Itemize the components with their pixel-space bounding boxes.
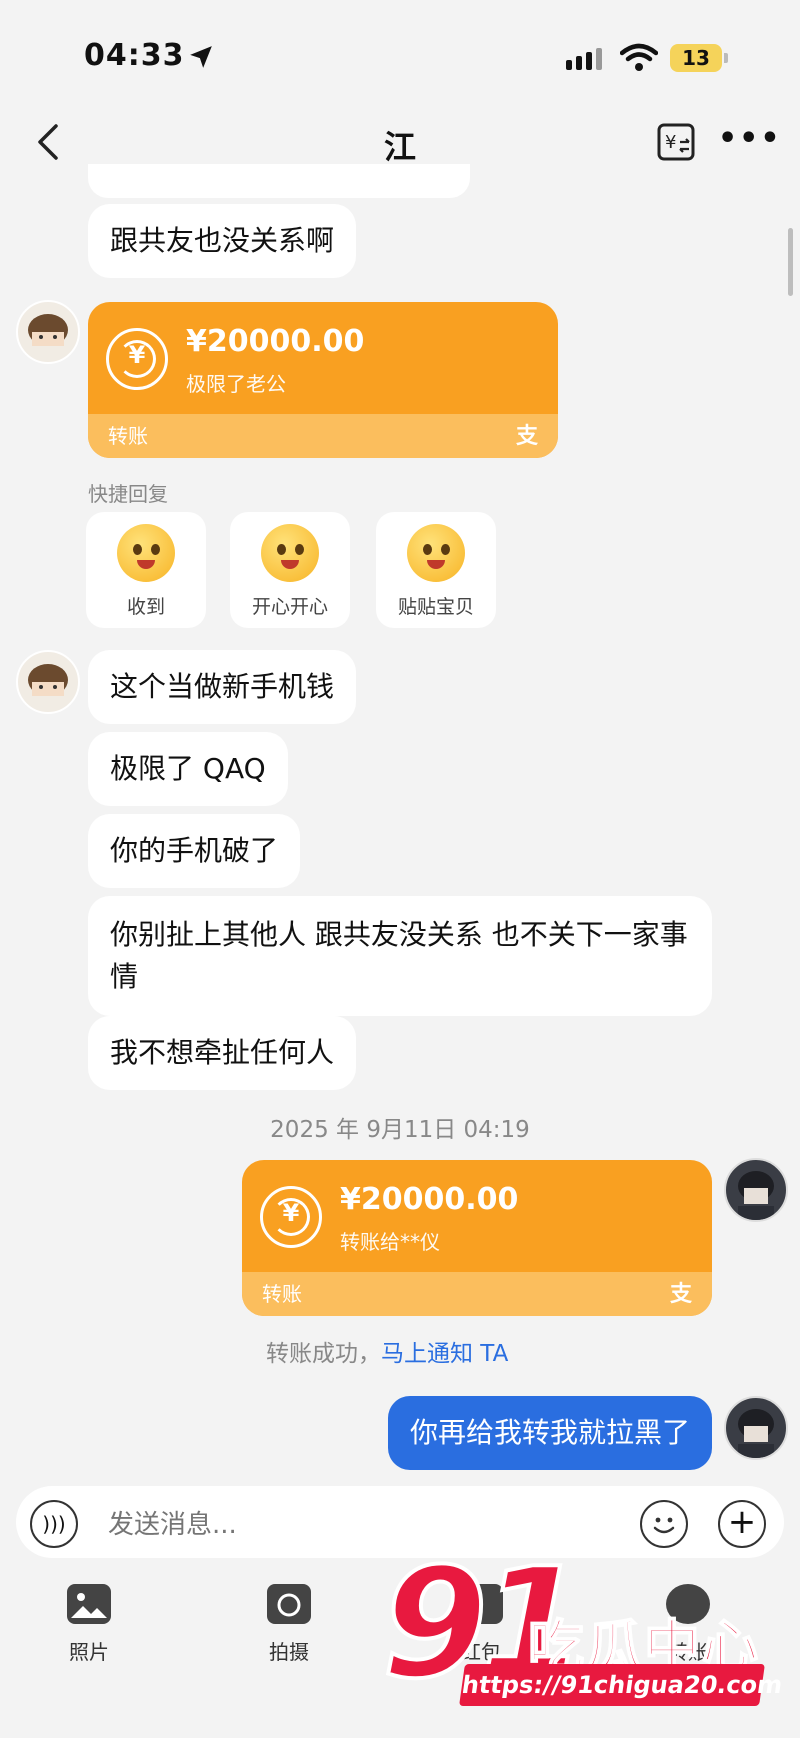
quick-reply-text: 贴贴宝贝 [397, 596, 474, 618]
photo-icon [67, 1584, 111, 1624]
quick-reply-text: 开心开心 [251, 596, 328, 618]
transfer-footer: 转账 [88, 414, 558, 458]
camera-icon [267, 1584, 311, 1624]
message-bubble: 这个当做新手机钱 [88, 650, 357, 724]
plus-button[interactable]: + [718, 1500, 766, 1548]
svg-text:¥: ¥ [665, 132, 676, 153]
my-avatar[interactable] [724, 1396, 788, 1460]
message-bubble: 你别扯上其他人 跟共友没关系 也不关下一家事情 [88, 896, 712, 1016]
cuddle-emoji-icon [407, 524, 465, 582]
message-bubble: 我不想牵扯任何人 [88, 1016, 357, 1090]
photo-label: 照片 [69, 1640, 109, 1664]
transfer-status: 转账成功，马上通知 TA [266, 1334, 508, 1368]
quick-reply-happy[interactable]: 开心开心 [230, 512, 350, 628]
happy-emoji-icon [261, 524, 319, 582]
yuan-coin-icon: ¥ [260, 1186, 322, 1248]
quick-reply-received[interactable]: 收到 [86, 512, 206, 628]
transfer-card-sent[interactable]: ¥ ¥20000.00 转账给**仪 转账 支 [242, 1160, 712, 1316]
wifi-icon [620, 43, 658, 71]
transfer-amount: ¥20000.00 [340, 1182, 519, 1217]
scrollbar[interactable] [788, 228, 793, 296]
battery-indicator: 13 [670, 44, 728, 72]
emoji-button[interactable] [640, 1500, 688, 1548]
transfer-status-text: 转账成功， [266, 1341, 381, 1367]
message-bubble: 跟共友也没关系啊 [88, 204, 357, 278]
currency-transfer-icon[interactable]: ¥ [656, 122, 696, 162]
watermark-url: https://91chigua20.com [459, 1664, 784, 1706]
message-bubble: 你的手机破了 [88, 814, 301, 888]
contact-avatar[interactable] [16, 300, 80, 364]
notify-link[interactable]: 马上通知 TA [381, 1341, 508, 1367]
contact-avatar[interactable] [16, 650, 80, 714]
message-timestamp: 2025 年 9月11日 04:19 [270, 1117, 530, 1143]
location-arrow-icon [190, 46, 212, 68]
quick-reply-text: 收到 [126, 596, 165, 618]
kiss-emoji-icon [117, 524, 175, 582]
my-avatar[interactable] [724, 1158, 788, 1222]
more-options-button[interactable]: ••• [718, 124, 780, 160]
message-bubble: 极限了 QAQ [88, 732, 288, 806]
message-bubble-mine: 你再给我转我就拉黑了 [387, 1396, 712, 1470]
transfer-note: 转账给**仪 [340, 1230, 440, 1254]
status-time: 04:33 [84, 38, 185, 73]
transfer-amount: ¥20000.00 [186, 324, 365, 359]
camera-button[interactable]: 拍摄 [229, 1584, 349, 1665]
yuan-coin-icon: ¥ [106, 328, 168, 390]
camera-label: 拍摄 [269, 1640, 309, 1664]
transfer-footer: 转账 [242, 1272, 712, 1316]
cellular-signal-icon [566, 48, 606, 70]
partial-message-bubble [88, 164, 470, 198]
transfer-card-received[interactable]: ¥ ¥20000.00 极限了老公 转账 支 [88, 302, 558, 458]
transfer-note: 极限了老公 [186, 372, 286, 396]
photo-button[interactable]: 照片 [29, 1584, 149, 1665]
voice-input-icon[interactable]: ))) [30, 1500, 78, 1548]
alipay-icon: 支 [515, 424, 538, 449]
quick-reply-label: 快捷回复 [88, 482, 168, 506]
alipay-icon: 支 [669, 1282, 692, 1307]
quick-reply-cuddle[interactable]: 贴贴宝贝 [376, 512, 496, 628]
